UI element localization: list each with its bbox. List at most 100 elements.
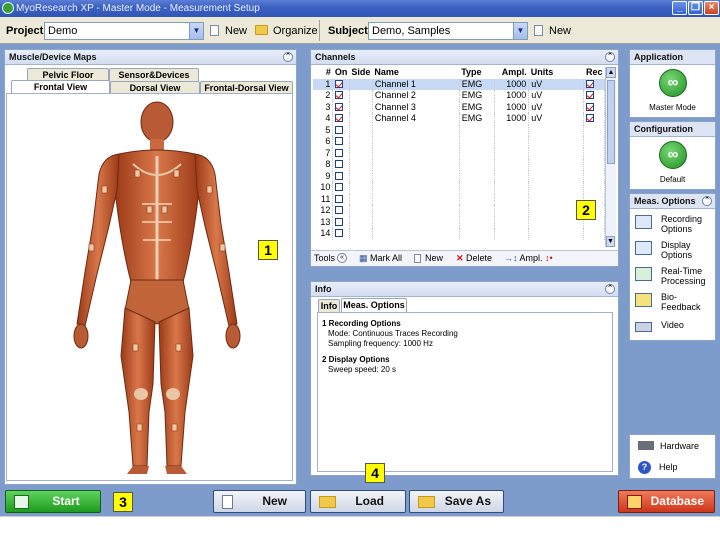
cell-num[interactable]: 10 [313, 182, 334, 194]
cell-ampl[interactable] [494, 170, 530, 182]
tab-sensor-devices[interactable]: Sensor&Devices [109, 68, 199, 81]
table-row[interactable]: 7 [313, 147, 605, 159]
table-row[interactable]: 14 [313, 228, 605, 240]
cell-side[interactable] [349, 159, 373, 171]
cell-num[interactable]: 1 [313, 78, 334, 90]
cell-on[interactable] [332, 78, 350, 90]
cell-type[interactable] [459, 228, 496, 240]
table-row[interactable]: 4 Channel 4 EMG 1000 uV [313, 113, 605, 125]
channel-on-checkbox[interactable] [335, 137, 344, 146]
cell-num[interactable]: 12 [313, 205, 334, 217]
cell-side[interactable] [349, 205, 373, 217]
table-row[interactable]: 2 Channel 2 EMG 1000 uV [313, 90, 605, 102]
cell-type[interactable] [459, 216, 496, 228]
cell-on[interactable] [332, 113, 350, 125]
cell-name[interactable] [372, 124, 460, 136]
cell-name[interactable] [372, 205, 460, 217]
restore-icon[interactable]: ❐ [688, 1, 703, 15]
table-row[interactable]: 12 [313, 205, 605, 217]
cell-on[interactable] [332, 90, 350, 102]
tools-collapse-icon[interactable]: « [337, 253, 347, 263]
subject-new-button[interactable]: New [534, 25, 571, 37]
database-button[interactable]: Database [618, 490, 715, 513]
cell-num[interactable]: 4 [313, 113, 334, 125]
cell-type[interactable]: EMG [459, 101, 496, 113]
collapse-icon[interactable]: ⌃ [702, 196, 712, 206]
collapse-icon[interactable]: ⌃ [605, 284, 615, 294]
cell-num[interactable]: 13 [313, 216, 334, 228]
table-row[interactable]: 8 [313, 159, 605, 171]
cell-name[interactable] [372, 136, 460, 148]
cell-num[interactable]: 6 [313, 136, 334, 148]
channel-on-checkbox[interactable] [335, 148, 344, 157]
collapse-icon[interactable]: ⌃ [605, 52, 615, 62]
cell-units[interactable] [528, 136, 585, 148]
close-icon[interactable]: × [704, 1, 719, 15]
col-name[interactable]: Name [372, 67, 459, 79]
channel-on-checkbox[interactable] [335, 206, 344, 215]
cell-rec[interactable] [583, 228, 605, 240]
channel-rec-checkbox[interactable] [586, 102, 595, 111]
channel-rec-checkbox[interactable] [586, 91, 595, 100]
collapse-icon[interactable]: ⌃ [283, 52, 293, 62]
cell-num[interactable]: 5 [313, 124, 334, 136]
cell-rec[interactable] [583, 78, 605, 90]
cell-ampl[interactable] [494, 136, 530, 148]
cell-num[interactable]: 14 [313, 228, 334, 240]
channel-on-checkbox[interactable] [335, 183, 344, 192]
minimize-icon[interactable]: _ [672, 1, 687, 15]
cell-on[interactable] [332, 193, 350, 205]
table-row[interactable]: 1 Channel 1 EMG 1000 uV [313, 78, 605, 90]
table-row[interactable]: 13 [313, 216, 605, 228]
channel-rec-checkbox[interactable] [586, 79, 595, 88]
cell-rec[interactable] [583, 147, 605, 159]
chevron-down-icon[interactable]: ▼ [513, 23, 527, 39]
cell-units[interactable] [528, 124, 585, 136]
cell-name[interactable]: Channel 2 [372, 90, 460, 102]
channel-new-button[interactable]: New [414, 251, 443, 266]
cell-name[interactable] [372, 159, 460, 171]
master-mode-icon[interactable]: ∞ [659, 69, 687, 97]
cell-ampl[interactable] [494, 228, 530, 240]
cell-side[interactable] [349, 216, 373, 228]
cell-on[interactable] [332, 101, 350, 113]
cell-side[interactable] [349, 170, 373, 182]
cell-ampl[interactable] [494, 159, 530, 171]
cell-units[interactable] [528, 147, 585, 159]
cell-num[interactable]: 3 [313, 101, 334, 113]
tab-meas-options[interactable]: Meas. Options [341, 298, 407, 312]
project-new-button[interactable]: New [210, 25, 247, 37]
scroll-down-icon[interactable]: ▼ [606, 236, 615, 247]
cell-ampl[interactable]: 1000 [494, 90, 530, 102]
subject-select[interactable]: Demo, Samples ▼ [368, 22, 528, 40]
cell-type[interactable] [459, 147, 496, 159]
cell-units[interactable]: uV [528, 113, 585, 125]
cell-name[interactable] [372, 182, 460, 194]
channel-on-checkbox[interactable] [335, 171, 344, 180]
tab-frontal-view[interactable]: Frontal View [11, 80, 110, 94]
cell-ampl[interactable] [494, 216, 530, 228]
ampl-adjust-icon[interactable]: ↕• [543, 253, 553, 263]
project-select[interactable]: Demo ▼ [44, 22, 204, 40]
cell-units[interactable] [528, 182, 585, 194]
save-as-button[interactable]: Save As [409, 490, 504, 513]
cell-type[interactable] [459, 170, 496, 182]
col-num[interactable]: # [313, 67, 333, 79]
cell-on[interactable] [332, 205, 350, 217]
scroll-thumb[interactable] [607, 80, 615, 164]
hardware-button[interactable]: Hardware [638, 441, 699, 451]
application-box[interactable]: Application ∞ Master Mode [629, 49, 716, 118]
cell-name[interactable] [372, 170, 460, 182]
cell-units[interactable]: uV [528, 101, 585, 113]
cell-type[interactable]: EMG [459, 90, 496, 102]
cell-units[interactable] [528, 170, 585, 182]
cell-on[interactable] [332, 159, 350, 171]
cell-num[interactable]: 2 [313, 90, 334, 102]
cell-ampl[interactable] [494, 182, 530, 194]
cell-units[interactable]: uV [528, 90, 585, 102]
scroll-up-icon[interactable]: ▲ [606, 67, 616, 78]
cell-ampl[interactable] [494, 205, 530, 217]
cell-num[interactable]: 9 [313, 170, 334, 182]
cell-name[interactable] [372, 216, 460, 228]
channel-on-checkbox[interactable] [335, 79, 344, 88]
